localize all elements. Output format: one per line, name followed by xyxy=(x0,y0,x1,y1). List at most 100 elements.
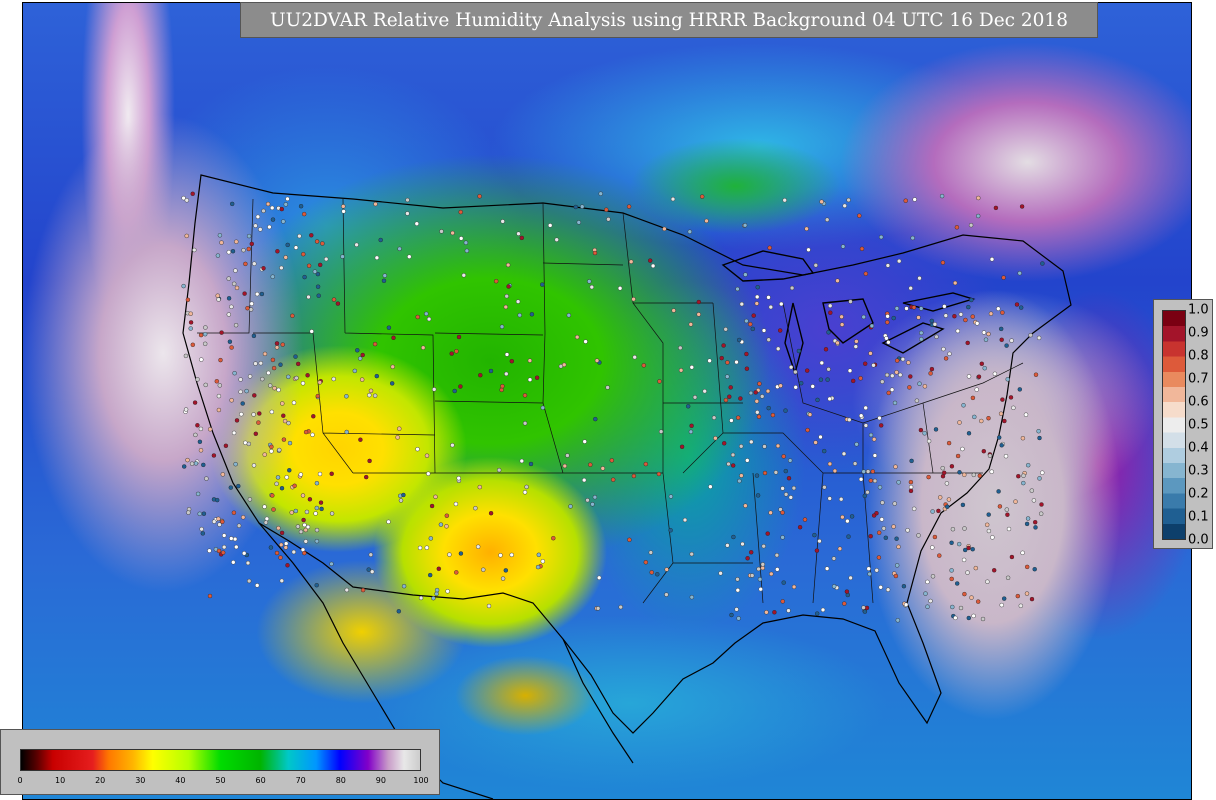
station-dot xyxy=(877,415,882,421)
station-dot xyxy=(279,542,284,547)
station-dot xyxy=(971,613,976,619)
station-dot xyxy=(831,556,837,561)
station-dot xyxy=(896,480,901,485)
station-dot xyxy=(783,468,788,474)
station-dot xyxy=(745,458,750,463)
station-dot xyxy=(281,219,286,224)
station-dot xyxy=(779,301,784,307)
station-dot xyxy=(522,421,528,426)
station-dot xyxy=(992,371,998,376)
station-dot xyxy=(963,547,968,553)
station-dot xyxy=(258,227,263,232)
station-dot xyxy=(757,577,763,582)
station-dot xyxy=(868,351,873,356)
station-dot xyxy=(846,534,851,539)
station-dot xyxy=(1015,593,1020,599)
station-dot xyxy=(757,381,762,386)
station-dot xyxy=(631,297,636,302)
station-dot xyxy=(1014,302,1020,307)
station-dot xyxy=(202,341,208,346)
station-dot xyxy=(922,431,927,436)
station-dot xyxy=(820,607,826,613)
station-dot xyxy=(764,610,769,615)
station-dot xyxy=(438,522,444,527)
station-dot xyxy=(318,262,323,268)
station-dot xyxy=(631,473,637,479)
station-dot xyxy=(824,566,830,571)
station-dot xyxy=(218,357,223,363)
station-dot xyxy=(735,286,740,292)
station-dot xyxy=(881,526,886,531)
station-dot xyxy=(929,366,935,372)
station-dot xyxy=(766,405,771,411)
station-dot xyxy=(632,355,637,360)
station-dot xyxy=(499,324,505,329)
station-dot xyxy=(919,330,924,336)
station-dot xyxy=(953,615,958,621)
station-dot xyxy=(251,412,256,417)
station-dot xyxy=(464,248,470,254)
station-dot xyxy=(454,570,459,575)
station-dot xyxy=(234,418,240,423)
station-dot xyxy=(914,398,920,403)
station-dot xyxy=(950,604,955,610)
station-dot xyxy=(360,377,365,382)
station-dot xyxy=(274,341,280,346)
station-dot xyxy=(897,258,902,264)
station-dot xyxy=(891,315,896,321)
station-dot xyxy=(879,423,884,428)
station-dot xyxy=(221,533,227,538)
station-dot xyxy=(805,368,810,373)
station-dot xyxy=(277,447,282,453)
station-dot xyxy=(782,197,787,203)
station-dot xyxy=(252,261,257,266)
station-dot xyxy=(461,273,466,278)
station-dot xyxy=(848,575,853,581)
station-dot xyxy=(729,418,734,423)
station-dot xyxy=(987,453,993,458)
station-dot xyxy=(854,442,859,447)
station-dot xyxy=(718,571,723,576)
station-dot xyxy=(370,569,375,574)
station-dot xyxy=(378,237,383,243)
station-dot xyxy=(1040,261,1045,266)
station-dot xyxy=(626,204,632,209)
station-dot xyxy=(397,426,402,431)
station-dot xyxy=(198,332,204,338)
station-dot xyxy=(814,548,820,553)
station-dot xyxy=(989,257,995,262)
station-dot xyxy=(367,458,372,464)
station-dot xyxy=(866,566,871,571)
station-dot xyxy=(609,458,614,463)
station-dot xyxy=(261,266,266,271)
station-dot xyxy=(344,394,349,399)
station-dot xyxy=(755,285,760,290)
station-dot xyxy=(189,461,195,466)
station-dot xyxy=(939,193,945,199)
station-dot xyxy=(877,485,883,490)
station-dot xyxy=(940,466,945,471)
station-dot xyxy=(585,498,590,503)
station-dot xyxy=(246,578,252,584)
station-dot xyxy=(217,233,223,238)
station-dot xyxy=(911,305,917,310)
station-dot xyxy=(957,420,962,425)
station-dot xyxy=(458,384,463,389)
station-dot xyxy=(979,418,984,424)
map-title: UU2DVAR Relative Humidity Analysis using… xyxy=(240,2,1098,38)
station-dot xyxy=(1033,525,1038,530)
station-dot xyxy=(938,495,943,500)
station-dot xyxy=(284,475,289,480)
station-dot xyxy=(536,552,541,557)
station-dot xyxy=(861,314,866,320)
station-dot xyxy=(949,540,954,545)
station-dot xyxy=(262,452,267,457)
station-dot xyxy=(1005,575,1011,580)
station-dot xyxy=(930,574,936,579)
rh-tick-label: 60 xyxy=(255,776,266,785)
station-dot xyxy=(197,439,203,444)
station-dot xyxy=(481,567,486,572)
station-dot xyxy=(750,573,755,578)
station-dot xyxy=(945,504,950,509)
station-dot xyxy=(761,328,767,333)
